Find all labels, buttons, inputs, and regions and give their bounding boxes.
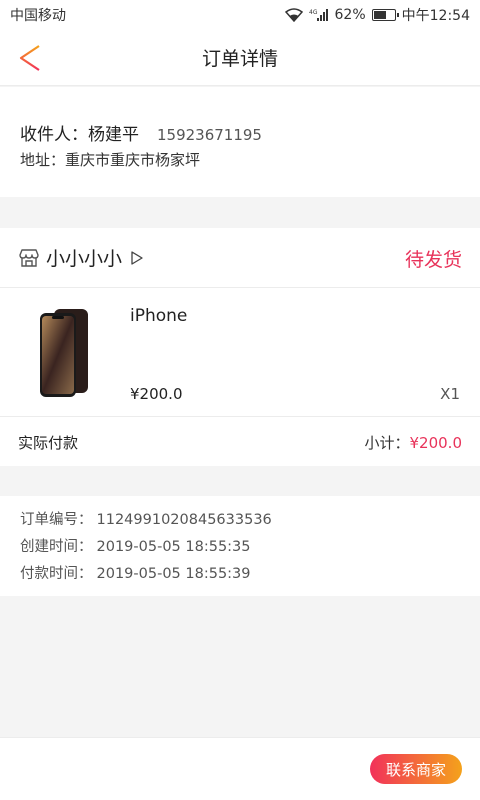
bottom-action-bar: 联系商家: [0, 737, 480, 800]
store-icon: [19, 248, 39, 267]
payment-total-row: 实际付款 小计：¥200.0: [0, 418, 480, 466]
wifi-icon: [284, 8, 303, 22]
created-time-label: 创建时间：: [20, 539, 93, 555]
page-title: 订单详情: [201, 48, 278, 70]
order-store-card: 小小小小 待发货 iPhone ¥200.0 X1 实际付款 小计：¥200.0: [0, 228, 480, 466]
status-indicators: 4G 62% 中午12:54: [284, 5, 470, 25]
product-price: ¥200.0: [130, 385, 183, 403]
paid-time-label: 付款时间：: [20, 566, 93, 582]
created-time-value: 2019-05-05 18:55:35: [96, 539, 251, 555]
receiver-name: 收件人：杨建平: [20, 125, 139, 145]
nav-bar: 订单详情: [0, 30, 480, 86]
back-button[interactable]: [12, 40, 48, 76]
store-header[interactable]: 小小小小 待发货: [0, 228, 480, 288]
order-status-badge: 待发货: [404, 249, 462, 271]
clock: 中午12:54: [401, 8, 470, 24]
receiver-row: 收件人：杨建平 15923671195: [20, 120, 262, 145]
subtotal-value: ¥200.0: [409, 433, 463, 452]
status-bar: 中国移动 4G 62% 中午12:54: [0, 0, 480, 30]
address-text: 地址：重庆市重庆市杨家坪: [20, 151, 201, 169]
carrier-label: 中国移动: [10, 8, 66, 24]
order-number-label: 订单编号：: [20, 512, 93, 528]
battery-icon: [371, 9, 399, 21]
signal-icon: 4G: [309, 8, 329, 22]
battery-percent: 62%: [334, 7, 366, 23]
address-card: 收件人：杨建平 15923671195 地址：重庆市重庆市杨家坪: [0, 87, 480, 197]
paid-time-value: 2019-05-05 18:55:39: [96, 566, 251, 582]
actual-payment-label: 实际付款: [18, 433, 79, 452]
store-name: 小小小小: [46, 248, 123, 270]
order-info-card: 订单编号： 1124991020845633536 创建时间： 2019-05-…: [0, 496, 480, 596]
order-number-value: 1124991020845633536: [96, 512, 272, 528]
product-image: [40, 309, 88, 397]
receiver-phone: 15923671195: [157, 126, 262, 144]
subtotal: 小计：¥200.0: [364, 432, 462, 453]
contact-merchant-button[interactable]: 联系商家: [370, 754, 462, 784]
network-type-label: 4G: [309, 9, 318, 16]
product-quantity: X1: [440, 385, 460, 403]
battery-fill: [373, 11, 386, 19]
created-time-line: 创建时间： 2019-05-05 18:55:35: [20, 537, 460, 564]
order-number-line: 订单编号： 1124991020845633536: [20, 510, 460, 537]
subtotal-label: 小计：: [364, 433, 410, 452]
product-row[interactable]: iPhone ¥200.0 X1: [0, 289, 480, 417]
paid-time-line: 付款时间： 2019-05-05 18:55:39: [20, 564, 460, 591]
product-name: iPhone: [130, 306, 188, 326]
back-arrow-icon: [19, 45, 40, 71]
play-arrow-icon: [131, 250, 143, 265]
